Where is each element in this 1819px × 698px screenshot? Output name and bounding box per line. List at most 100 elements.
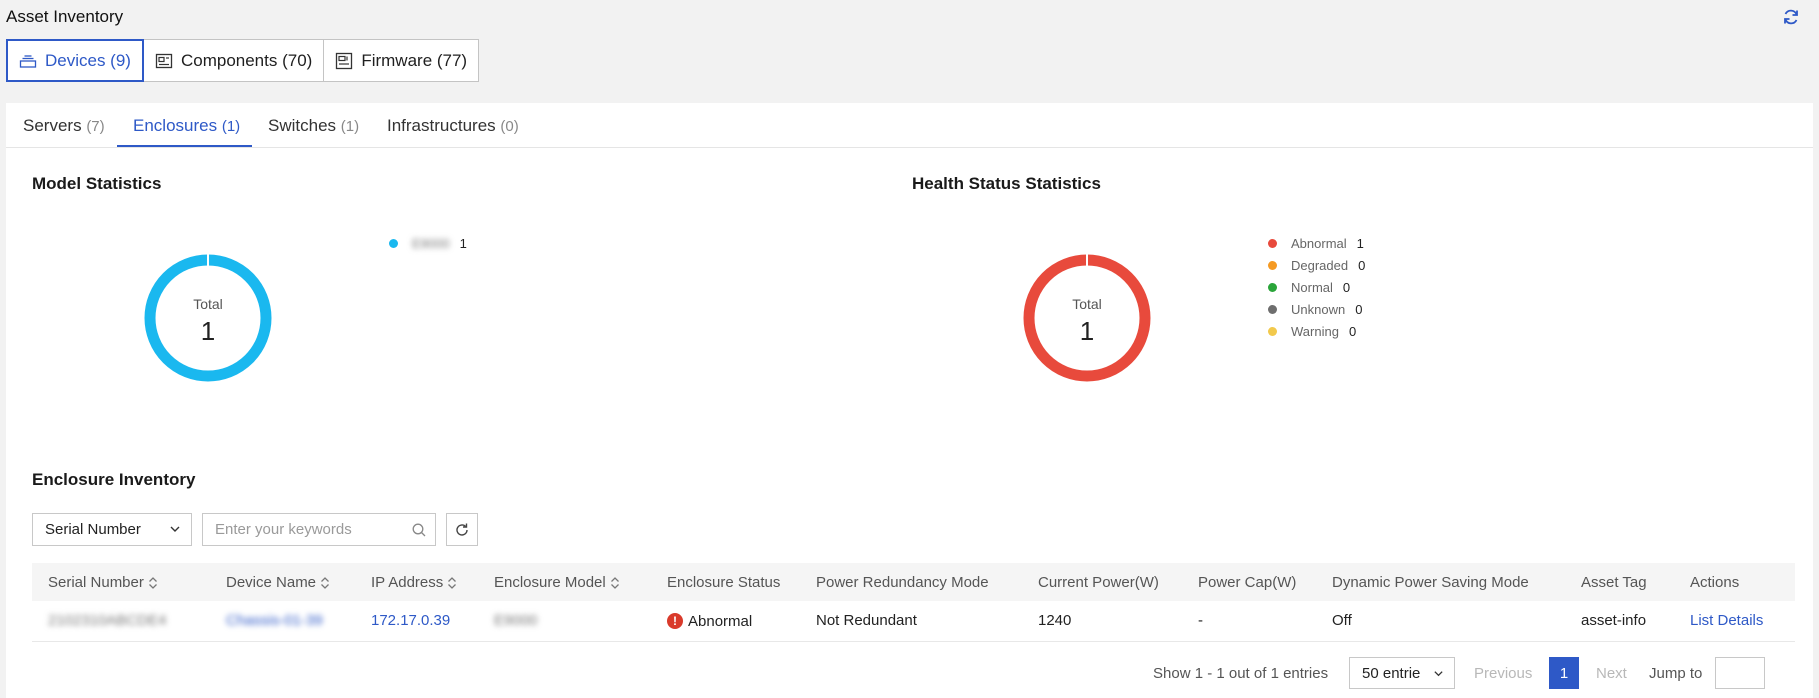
col-device-name[interactable]: Device Name xyxy=(210,563,355,601)
top-tabs: Devices (9) Components (70) Firmware (77… xyxy=(6,39,480,82)
tab-devices-label: Devices (9) xyxy=(45,50,131,70)
degraded-dot-icon xyxy=(1268,260,1277,270)
model-total-label: Total xyxy=(193,296,223,312)
col-actions: Actions xyxy=(1674,563,1795,601)
tab-components-label: Components (70) xyxy=(180,50,313,70)
normal-dot-icon xyxy=(1268,282,1277,292)
search-input[interactable] xyxy=(215,521,405,538)
health-legend-abnormal: Abnormal 1 xyxy=(1268,232,1365,254)
sort-icon[interactable] xyxy=(447,576,457,590)
col-serial-number[interactable]: Serial Number xyxy=(32,563,210,601)
model-legend: E9000 1 xyxy=(389,232,467,254)
subtab-enclosures-label: Enclosures xyxy=(133,116,218,135)
health-total-label: Total xyxy=(1072,296,1102,312)
table-row: 2102310ABCDE4 Chassis-01-39 172.17.0.39 … xyxy=(32,601,1795,642)
subtab-switches-count: (1) xyxy=(340,118,360,135)
warning-dot-icon xyxy=(1268,326,1277,336)
legend-dot-icon xyxy=(389,238,398,248)
cell-current-power: 1240 xyxy=(1022,601,1182,642)
serial-number-value: 2102310ABCDE4 xyxy=(48,612,167,630)
legend-name: Abnormal xyxy=(1291,235,1347,251)
ip-address-link[interactable]: 172.17.0.39 xyxy=(371,612,450,629)
col-label: Enclosure Model xyxy=(494,573,606,591)
subtab-servers[interactable]: Servers (7) xyxy=(23,103,105,148)
filter-field-value: Serial Number xyxy=(45,521,141,538)
sort-icon[interactable] xyxy=(148,576,158,590)
cell-power-cap: - xyxy=(1182,601,1316,642)
abnormal-dot-icon xyxy=(1268,238,1277,248)
sort-icon[interactable] xyxy=(320,576,330,590)
cell-enclosure-model: E9000 xyxy=(478,601,651,642)
unknown-dot-icon xyxy=(1268,304,1277,314)
filter-field-select[interactable]: Serial Number xyxy=(32,513,192,546)
inventory-title: Enclosure Inventory xyxy=(32,470,196,489)
model-legend-item: E9000 1 xyxy=(389,232,467,254)
col-label: IP Address xyxy=(371,573,444,591)
page-size-value: 50 entrie xyxy=(1362,664,1421,682)
subtab-infrastructures-label: Infrastructures xyxy=(387,116,496,135)
health-total-value: 1 xyxy=(1079,316,1095,346)
tab-components[interactable]: Components (70) xyxy=(142,39,325,82)
legend-name: E9000 xyxy=(412,235,450,251)
col-current-power: Current Power(W) xyxy=(1022,563,1182,601)
col-power-cap: Power Cap(W) xyxy=(1182,563,1316,601)
model-donut-center: Total 1 xyxy=(143,296,273,347)
legend-value: 1 xyxy=(1356,235,1364,251)
page-button-current[interactable]: 1 xyxy=(1549,657,1579,689)
tab-firmware-label: Firmware (77) xyxy=(361,50,468,70)
col-label: Device Name xyxy=(226,573,317,591)
cell-device-name: Chassis-01-39 xyxy=(210,601,355,642)
health-legend-degraded: Degraded 0 xyxy=(1268,254,1365,276)
col-label: Serial Number xyxy=(48,573,144,591)
cell-enclosure-status: ! Abnormal xyxy=(651,601,800,642)
subtab-servers-label: Servers xyxy=(23,116,82,135)
search-box xyxy=(202,513,436,546)
jump-to-input[interactable] xyxy=(1715,657,1765,689)
page-title: Asset Inventory xyxy=(6,7,124,26)
sub-tabs: Servers (7) Enclosures (1) Switches (1) … xyxy=(6,103,1813,148)
cell-power-saving: Off xyxy=(1316,601,1565,642)
table-header-row: Serial Number Device Name IP Address Enc… xyxy=(32,563,1795,601)
col-power-saving: Dynamic Power Saving Mode xyxy=(1316,563,1565,601)
sort-icon[interactable] xyxy=(610,576,620,590)
subtab-enclosures-count: (1) xyxy=(221,118,241,135)
enclosure-table: Serial Number Device Name IP Address Enc… xyxy=(32,563,1795,642)
legend-name: Unknown xyxy=(1291,301,1346,317)
devices-icon xyxy=(19,54,37,68)
device-name-link[interactable]: Chassis-01-39 xyxy=(226,612,323,629)
cell-serial-number: 2102310ABCDE4 xyxy=(32,601,210,642)
legend-value: 0 xyxy=(1348,323,1357,339)
col-enclosure-status: Enclosure Status xyxy=(651,563,800,601)
subtab-servers-count: (7) xyxy=(86,118,105,135)
legend-value: 0 xyxy=(1358,257,1366,273)
error-icon: ! xyxy=(667,613,683,629)
chevron-down-icon xyxy=(1434,671,1443,677)
pagination-info: Show 1 - 1 out of 1 entries xyxy=(1153,664,1329,682)
legend-value: 0 xyxy=(1342,279,1351,295)
model-total-value: 1 xyxy=(200,316,216,346)
enclosure-model-value: E9000 xyxy=(494,612,538,630)
tab-firmware[interactable]: Firmware (77) xyxy=(323,39,480,82)
legend-value: 0 xyxy=(1355,301,1363,317)
content-panel: Servers (7) Enclosures (1) Switches (1) … xyxy=(6,103,1813,698)
col-power-redundancy: Power Redundancy Mode xyxy=(800,563,1022,601)
chevron-down-icon xyxy=(170,526,180,532)
health-stats-title: Health Status Statistics xyxy=(912,174,1101,193)
health-legend-unknown: Unknown 0 xyxy=(1268,298,1365,320)
active-tab-indicator xyxy=(117,145,252,147)
search-icon[interactable] xyxy=(411,522,427,538)
previous-page-button[interactable]: Previous xyxy=(1474,665,1532,682)
legend-value: 1 xyxy=(459,235,467,251)
subtab-infrastructures[interactable]: Infrastructures (0) xyxy=(387,103,519,148)
subtab-switches[interactable]: Switches (1) xyxy=(268,103,359,148)
col-enclosure-model[interactable]: Enclosure Model xyxy=(478,563,651,601)
list-details-link[interactable]: List Details xyxy=(1690,612,1763,629)
subtab-enclosures[interactable]: Enclosures (1) xyxy=(133,103,240,148)
page-size-select[interactable]: 50 entrie xyxy=(1349,657,1455,689)
refresh-icon[interactable] xyxy=(1782,8,1800,26)
status-text: Abnormal xyxy=(688,612,753,630)
next-page-button[interactable]: Next xyxy=(1596,665,1627,682)
table-refresh-button[interactable] xyxy=(446,513,478,546)
tab-devices[interactable]: Devices (9) xyxy=(6,39,144,82)
col-ip-address[interactable]: IP Address xyxy=(355,563,478,601)
